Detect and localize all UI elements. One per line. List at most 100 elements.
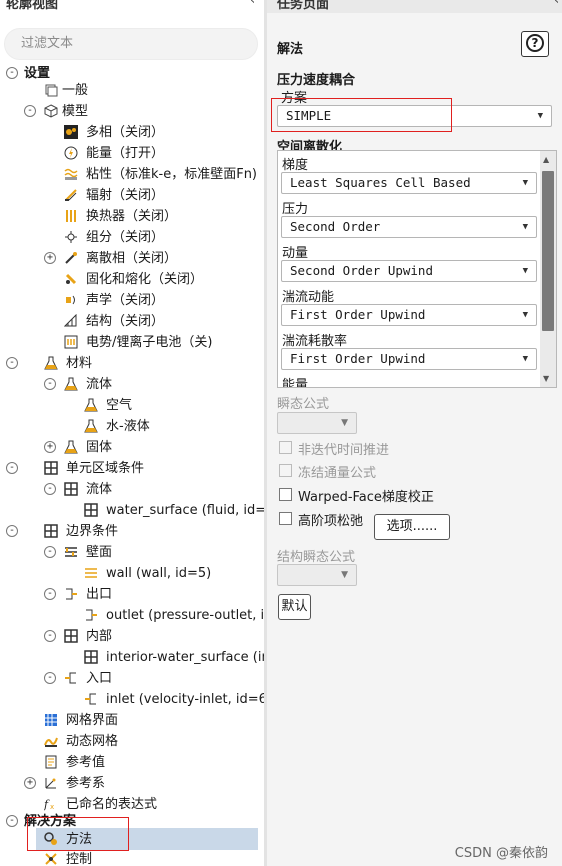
general-icon <box>44 83 58 97</box>
tree-item-inlet-group[interactable]: - 入口 <box>0 668 262 689</box>
spatial-item-dropdown[interactable]: Second Order ▼ <box>281 216 537 238</box>
chevron-left-icon[interactable]: ‹ <box>554 0 559 8</box>
default-button[interactable]: 默认 <box>278 594 311 620</box>
tree-item-mat-fluid[interactable]: - 流体 <box>0 374 262 395</box>
spatial-item-dropdown[interactable]: Second Order Upwind ▼ <box>281 260 537 282</box>
tree-item-inlet[interactable]: inlet (velocity-inlet, id=6) <box>0 689 264 710</box>
interior-group-icon <box>64 629 78 643</box>
acoustics-icon <box>64 293 78 307</box>
collapse-toggle-icon[interactable]: - <box>44 483 56 495</box>
tree-item-label: 空气 <box>106 398 133 413</box>
fluid-material-icon <box>64 377 78 391</box>
tree-item-bc[interactable]: - 边界条件 <box>0 521 262 542</box>
checkbox[interactable] <box>279 488 292 501</box>
scrollbar-thumb[interactable] <box>542 171 554 331</box>
collapse-toggle-icon[interactable]: - <box>24 105 36 117</box>
chevron-down-icon: ▼ <box>522 266 528 276</box>
multiphase-icon <box>64 125 78 139</box>
water-icon <box>84 419 98 433</box>
tree-item-radiation[interactable]: 辐射（关闭） <box>0 185 262 206</box>
tree-item-models[interactable]: - 模型 <box>0 101 262 122</box>
tree-item-general[interactable]: 一般 <box>0 80 262 101</box>
collapse-toggle-icon[interactable]: - <box>44 588 56 600</box>
tree-item-label: 结构（关闭） <box>86 314 165 329</box>
chevron-left-icon[interactable]: ‹ <box>250 0 255 8</box>
spatial-item-dropdown[interactable]: Least Squares Cell Based ▼ <box>281 172 537 194</box>
outline-view-title: 轮廓视图 <box>6 0 59 12</box>
checkbox[interactable] <box>279 512 292 525</box>
collapse-toggle-icon[interactable]: - <box>6 67 18 79</box>
structure-transient-dropdown[interactable]: ▼ <box>277 564 357 586</box>
tree-item-mesh-interfaces[interactable]: 网格界面 <box>0 710 262 731</box>
tree-item-multiphase[interactable]: 多相（关闭） <box>0 122 262 143</box>
collapse-toggle-icon[interactable]: - <box>44 546 56 558</box>
chevron-down-icon: ▼ <box>522 354 528 364</box>
inlet-icon <box>84 692 98 706</box>
spatial-item-dropdown[interactable]: First Order Upwind ▼ <box>281 348 537 370</box>
collapse-toggle-icon[interactable]: - <box>44 672 56 684</box>
tree-item-mat-solid[interactable]: + 固体 <box>0 437 262 458</box>
tree-item-interior[interactable]: interior-water_surface (in <box>0 647 264 668</box>
tree-item-water-surface[interactable]: water_surface (fluid, id=2 <box>0 500 264 521</box>
tree-item-acoustics[interactable]: 声学（关闭） <box>0 290 262 311</box>
tree-item-dpm[interactable]: + 离散相（关闭） <box>0 248 262 269</box>
tree-item-outlet[interactable]: outlet (pressure-outlet, id <box>0 605 264 626</box>
inlet-group-icon <box>64 671 78 685</box>
tree-item-controls[interactable]: 控制 <box>0 849 262 866</box>
chevron-down-icon: ▼ <box>522 310 528 320</box>
zone-icon <box>84 503 98 517</box>
tree-item-interior-group[interactable]: - 内部 <box>0 626 262 647</box>
heat-exchanger-icon <box>64 209 78 223</box>
scroll-up-icon[interactable]: ▲ <box>543 155 549 164</box>
tree-item-outlet-group[interactable]: - 出口 <box>0 584 262 605</box>
tree-item-label: 声学（关闭） <box>86 293 165 308</box>
scroll-down-icon[interactable]: ▼ <box>543 374 549 383</box>
tree-item-battery[interactable]: 电势/锂离子电池（关) <box>0 332 262 353</box>
energy-icon <box>64 146 78 160</box>
tree-item-wall-group[interactable]: - 壁面 <box>0 542 262 563</box>
collapse-toggle-icon[interactable]: - <box>6 815 18 827</box>
transient-formulation-dropdown[interactable]: ▼ <box>277 412 357 434</box>
help-button[interactable]: ? <box>521 31 549 57</box>
collapse-toggle-icon[interactable]: - <box>44 378 56 390</box>
collapse-toggle-icon[interactable]: - <box>6 357 18 369</box>
tree-item-structure[interactable]: 结构（关闭） <box>0 311 262 332</box>
checkbox[interactable] <box>279 464 292 477</box>
tree-item-label: 参考值 <box>66 755 106 770</box>
tree-item-reference-values[interactable]: 参考值 <box>0 752 262 773</box>
tree-item-cz-fluid[interactable]: - 流体 <box>0 479 262 500</box>
collapse-toggle-icon[interactable]: - <box>6 525 18 537</box>
tree-item-label: outlet (pressure-outlet, id <box>106 608 264 623</box>
tree-item-viscous[interactable]: 粘性（标准k-e，标准壁面Fn) <box>0 164 262 185</box>
tree-item-species[interactable]: 组分（关闭） <box>0 227 262 248</box>
wall-icon <box>84 566 98 580</box>
tree-item-cell-zone[interactable]: - 单元区域条件 <box>0 458 262 479</box>
reference-values-icon <box>44 755 58 769</box>
collapse-toggle-icon[interactable]: - <box>6 462 18 474</box>
outline-view-panel: 轮廓视图 ‹ 过滤文本 - 设置 一般 - 模型 多相（关闭） 能量（打开） 粘性（标准k-e… <box>0 0 264 866</box>
tree-item-materials[interactable]: - 材料 <box>0 353 262 374</box>
spatial-item-dropdown[interactable]: First Order Upwind ▼ <box>281 304 537 326</box>
scrollbar[interactable]: ▲ ▼ <box>540 151 556 387</box>
solid-material-icon <box>64 440 78 454</box>
tree-item-solidification[interactable]: 固化和熔化（关闭） <box>0 269 262 290</box>
tree-item-water[interactable]: 水-液体 <box>0 416 262 437</box>
tree-item-label: 模型 <box>62 104 89 119</box>
tree-item-heat-exchanger[interactable]: 换热器（关闭） <box>0 206 262 227</box>
spatial-item-value: Least Squares Cell Based <box>290 175 471 190</box>
filter-text-input[interactable]: 过滤文本 <box>4 28 258 60</box>
air-icon <box>84 398 98 412</box>
expand-toggle-icon[interactable]: + <box>24 777 36 789</box>
expand-toggle-icon[interactable]: + <box>44 252 56 264</box>
tree-item-energy[interactable]: 能量（打开） <box>0 143 262 164</box>
tree-item-air[interactable]: 空气 <box>0 395 262 416</box>
expand-toggle-icon[interactable]: + <box>44 441 56 453</box>
collapse-toggle-icon[interactable]: - <box>44 630 56 642</box>
options-button[interactable]: 选项...... <box>374 514 450 540</box>
checkbox[interactable] <box>279 441 292 454</box>
tree-item-dynamic-mesh[interactable]: 动态网格 <box>0 731 262 752</box>
tree-item-reference-frames[interactable]: + 参考系 <box>0 773 262 794</box>
tree-item-wall[interactable]: wall (wall, id=5) <box>0 563 262 584</box>
discrete-phase-icon <box>64 251 78 265</box>
radiation-icon <box>64 188 78 202</box>
